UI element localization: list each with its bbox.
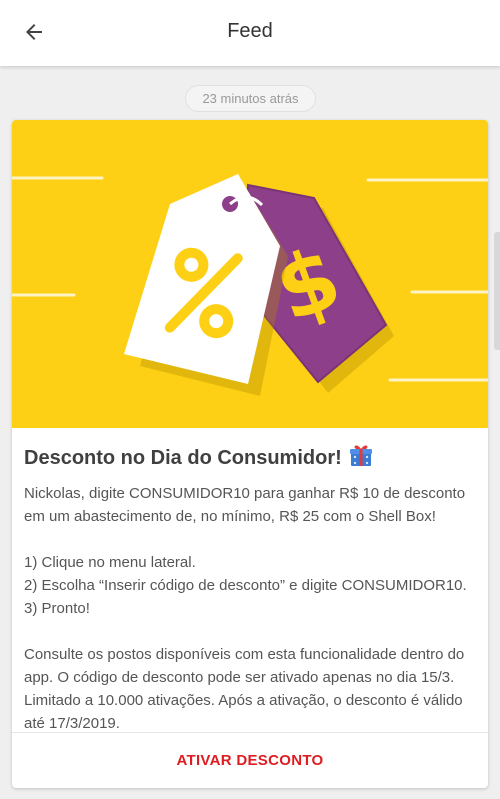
- instructions-list: 1) Clique no menu lateral. 2) Escolha “I…: [24, 551, 480, 620]
- activate-discount-button[interactable]: ATIVAR DESCONTO: [12, 733, 488, 788]
- promo-banner: $: [12, 120, 488, 428]
- message-terms: Consulte os postos disponíveis com esta …: [24, 646, 465, 732]
- price-tags-illustration: $: [12, 174, 488, 396]
- instruction-step: 2) Escolha “Inserir código de desconto” …: [24, 577, 467, 594]
- gift-icon: [348, 442, 374, 474]
- app-bar: Feed: [0, 0, 500, 66]
- card-message: Nickolas, digite CONSUMIDOR10 para ganha…: [24, 482, 480, 735]
- timestamp-badge: 23 minutos atrás: [185, 85, 316, 112]
- card-title: Desconto no Dia do Consumidor!: [24, 442, 476, 474]
- instruction-step: 1) Clique no menu lateral.: [24, 554, 196, 571]
- instruction-step: 3) Pronto!: [24, 600, 90, 617]
- message-intro: Nickolas, digite CONSUMIDOR10 para ganha…: [24, 485, 466, 525]
- card-title-text: Desconto no Dia do Consumidor!: [24, 446, 342, 469]
- scrollbar[interactable]: [494, 232, 500, 350]
- page-title: Feed: [227, 20, 273, 42]
- feed-card: $ Desconto no Dia do Consumidor! Nickola…: [12, 120, 488, 788]
